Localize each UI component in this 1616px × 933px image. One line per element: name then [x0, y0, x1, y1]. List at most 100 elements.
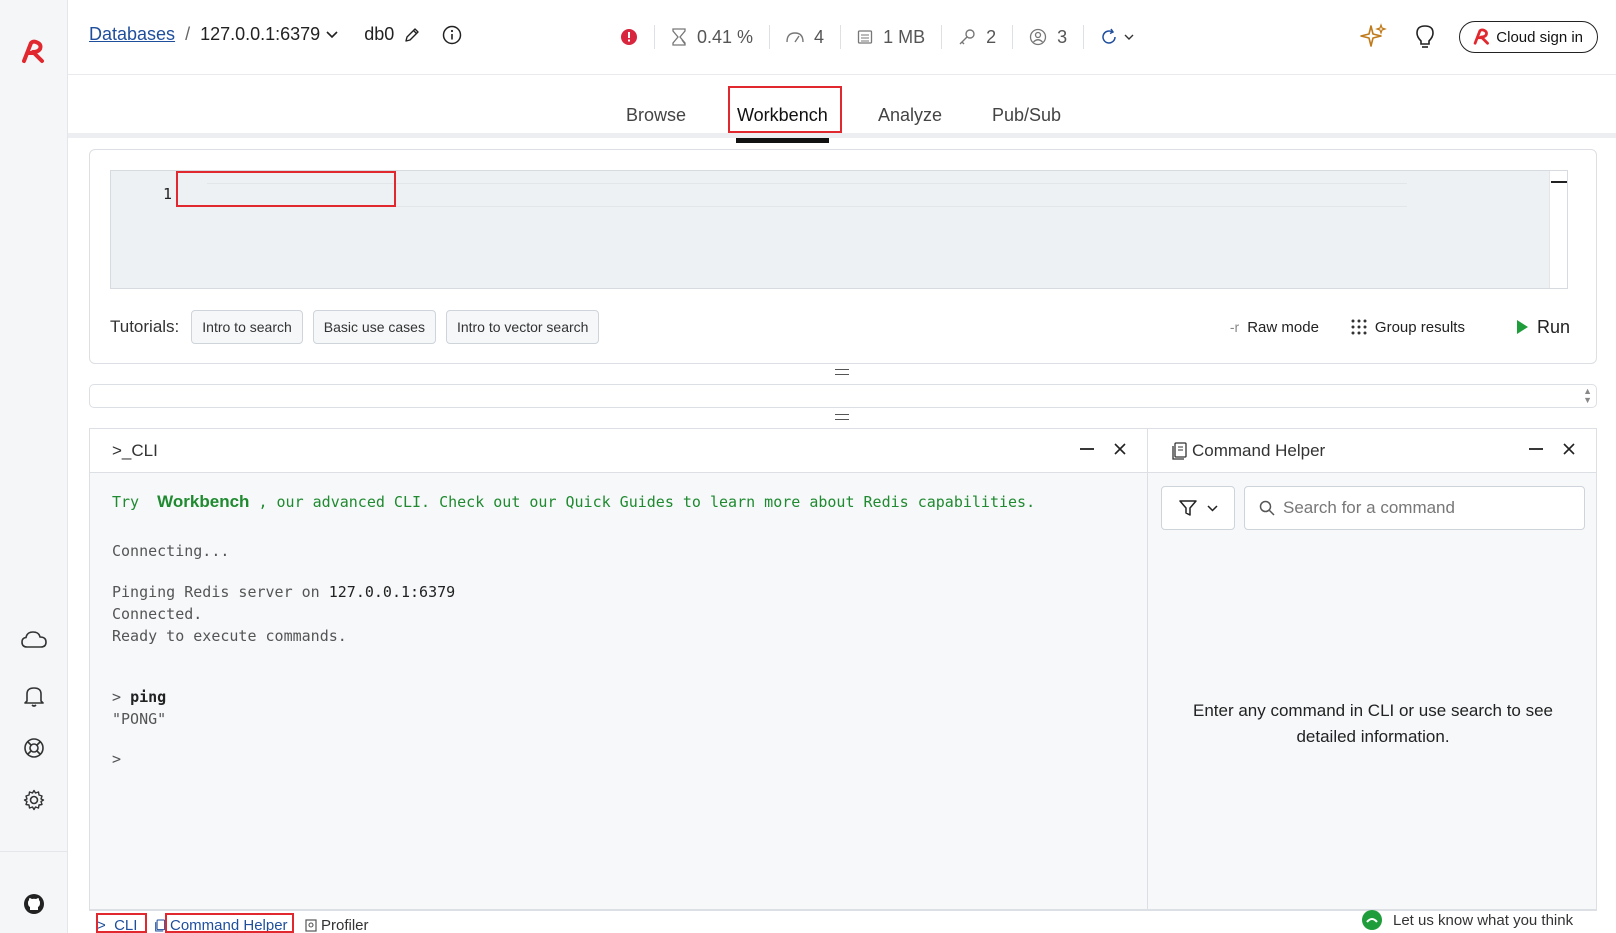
- filter-funnel-icon: [1178, 500, 1197, 516]
- cli-workbench-link[interactable]: Workbench: [157, 492, 249, 511]
- feedback-link[interactable]: Let us know what you think: [1361, 909, 1573, 931]
- bottom-command-helper-label: Command Helper: [170, 917, 288, 933]
- cli-output[interactable]: Try Workbench , our advanced CLI. Check …: [112, 491, 1035, 770]
- tutorial-basic-use-cases-button[interactable]: Basic use cases: [312, 310, 436, 344]
- redis-logo-icon[interactable]: [16, 34, 52, 70]
- raw-mode-label: Raw mode: [1247, 318, 1319, 336]
- cli-pinging-prefix: Pinging Redis server on: [112, 583, 329, 601]
- db-name-label: db0: [364, 24, 395, 44]
- command-search-input[interactable]: [1283, 498, 1573, 518]
- run-button[interactable]: Run: [1515, 317, 1570, 338]
- bottom-toolbar: >_CLI Command Helper Profiler Let us kno…: [89, 910, 1597, 933]
- tab-browse[interactable]: Browse: [626, 105, 686, 138]
- tutorials-row: Tutorials: Intro to search Basic use cas…: [110, 310, 600, 344]
- helper-panel-header: Command Helper: [1148, 429, 1596, 473]
- line-number: 1: [163, 185, 173, 203]
- stat-ops: 4: [769, 25, 840, 49]
- editor-actions: -r Raw mode Group results Run: [1198, 310, 1570, 344]
- cli-connected: Connected.: [112, 605, 203, 623]
- cli-command: ping: [130, 688, 167, 706]
- breadcrumb-separator: /: [185, 24, 191, 44]
- info-icon[interactable]: [442, 25, 462, 45]
- bottom-profiler-label: Profiler: [321, 917, 369, 933]
- lightbulb-icon[interactable]: [1415, 24, 1435, 50]
- sidebar-divider: [0, 851, 68, 852]
- helper-panel-title: Command Helper: [1192, 441, 1326, 460]
- query-editor-card: 1 Tutorials: Intro to search Basic use c…: [89, 149, 1597, 364]
- alert-status[interactable]: [620, 25, 654, 49]
- minimize-icon[interactable]: [1528, 441, 1544, 457]
- tab-pubsub[interactable]: Pub/Sub: [992, 105, 1061, 138]
- breadcrumb: Databases / 127.0.0.1:6379 db0: [89, 24, 462, 45]
- edit-pencil-icon[interactable]: [404, 27, 420, 43]
- user-circle-icon: [1029, 28, 1047, 46]
- gauge-icon: [786, 32, 804, 43]
- editor-scrollbar[interactable]: [1549, 171, 1567, 288]
- refresh-icon: [1102, 28, 1116, 44]
- chevron-down-icon: [1206, 504, 1218, 512]
- chevron-down-icon: [1124, 34, 1134, 40]
- close-icon[interactable]: [1113, 442, 1127, 456]
- tab-workbench[interactable]: Workbench: [736, 105, 829, 143]
- cli-input-prompt[interactable]: >: [112, 748, 1035, 770]
- group-results-toggle[interactable]: Group results: [1351, 319, 1465, 336]
- stat-clients-value: 3: [1057, 26, 1068, 47]
- tutorial-intro-to-search-button[interactable]: Intro to search: [191, 310, 303, 344]
- current-line-highlight: [207, 183, 1407, 207]
- app-root: Databases / 127.0.0.1:6379 db0 0.41 % 4 …: [0, 0, 1616, 933]
- editor-resize-handle[interactable]: [835, 369, 849, 375]
- redis-logo-icon: [1473, 28, 1490, 45]
- command-search-field[interactable]: [1244, 486, 1585, 530]
- cli-panel-controls: [1079, 441, 1127, 457]
- bottom-command-helper-button[interactable]: Command Helper: [155, 917, 288, 933]
- alert-dot-icon: [621, 29, 637, 45]
- ai-sparkle-icon[interactable]: [1359, 23, 1388, 51]
- bottom-cli-button[interactable]: >_CLI: [97, 917, 137, 933]
- cli-pinging-line: Pinging Redis server on 127.0.0.1:6379: [112, 581, 1035, 603]
- close-icon[interactable]: [1562, 442, 1576, 456]
- feedback-smile-icon: [1362, 910, 1382, 930]
- endpoint-selector[interactable]: 127.0.0.1:6379: [200, 24, 338, 45]
- db-stats: 0.41 % 4 1 MB 2 3: [620, 24, 1150, 50]
- raw-mode-toggle[interactable]: -r Raw mode: [1230, 319, 1319, 336]
- grid-dots-icon: [1351, 319, 1367, 335]
- command-helper-panel: Command Helper Enter any command in CLI …: [1147, 428, 1597, 910]
- run-label: Run: [1536, 316, 1570, 337]
- main-tabs: Browse Workbench Analyze Pub/Sub: [68, 75, 1616, 143]
- cpu-hourglass-icon: [672, 28, 686, 46]
- stat-cpu-value: 0.41 %: [697, 26, 754, 47]
- breadcrumb-databases-link[interactable]: Databases: [89, 24, 175, 45]
- bell-icon[interactable]: [16, 678, 52, 714]
- tab-analyze[interactable]: Analyze: [878, 105, 942, 138]
- auto-refresh-control[interactable]: [1083, 25, 1150, 49]
- cloud-icon[interactable]: [16, 622, 52, 658]
- cloud-sign-in-button[interactable]: Cloud sign in: [1459, 21, 1598, 53]
- play-icon: [1516, 320, 1528, 334]
- profiler-icon: [305, 919, 317, 932]
- book-icon: [1172, 442, 1187, 460]
- panels-resize-handle[interactable]: [835, 414, 849, 420]
- chevron-down-icon: [326, 30, 338, 38]
- command-filter-dropdown[interactable]: [1161, 486, 1235, 530]
- results-scroll-arrows-icon[interactable]: ▲ ▼: [1583, 387, 1592, 405]
- search-icon: [1259, 500, 1275, 516]
- header-right-actions: Cloud sign in: [1359, 21, 1598, 53]
- helper-tools: [1161, 486, 1585, 530]
- query-editor[interactable]: 1: [110, 170, 1568, 289]
- book-icon: [155, 919, 166, 932]
- cli-prompt: >: [112, 688, 122, 706]
- key-icon: [959, 29, 975, 45]
- help-lifebuoy-icon[interactable]: [16, 730, 52, 766]
- tab-workbench-label: Workbench: [737, 105, 828, 125]
- cli-panel-header: >_CLI: [90, 429, 1147, 473]
- settings-gear-icon[interactable]: [16, 782, 52, 818]
- cli-intro-line: Try Workbench , our advanced CLI. Check …: [112, 491, 1035, 513]
- stat-clients: 3: [1012, 25, 1083, 49]
- helper-empty-message: Enter any command in CLI or use search t…: [1192, 701, 1553, 746]
- stat-memory: 1 MB: [840, 25, 941, 49]
- minimize-icon[interactable]: [1079, 441, 1095, 457]
- tutorial-intro-to-vector-search-button[interactable]: Intro to vector search: [445, 310, 600, 344]
- feedback-label: Let us know what you think: [1393, 911, 1574, 929]
- github-icon[interactable]: [16, 886, 52, 922]
- bottom-profiler-button[interactable]: Profiler: [305, 917, 369, 933]
